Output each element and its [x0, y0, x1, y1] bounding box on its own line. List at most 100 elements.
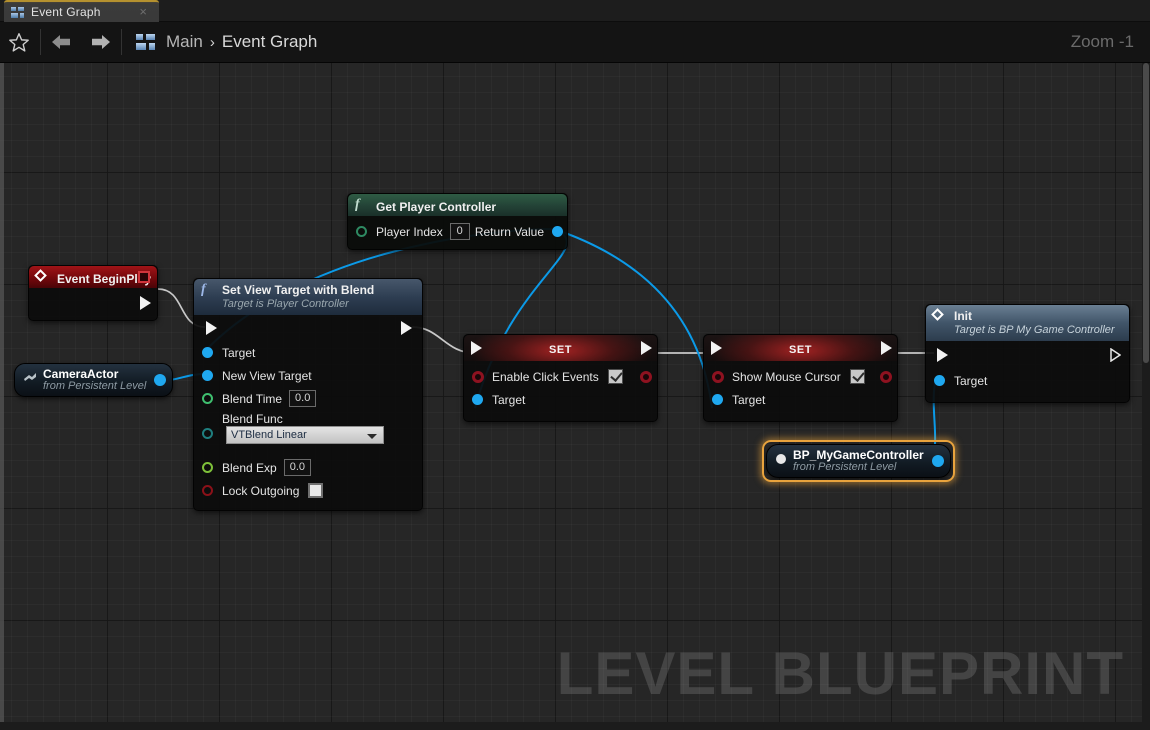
pin-label: Target [732, 392, 766, 407]
bool-in-pin[interactable] [472, 370, 484, 383]
exec-out-pin[interactable] [140, 296, 151, 310]
exec-in-pin[interactable] [206, 321, 217, 335]
node-subtitle: from Persistent Level [43, 379, 147, 392]
node-header: Event BeginPlay [29, 266, 157, 288]
favorite-button[interactable] [0, 22, 38, 62]
node-set-show-mouse-cursor[interactable]: SET Show Mouse Cursor Target [703, 334, 898, 422]
object-in-pin[interactable] [934, 375, 945, 386]
pin-row-enable-click-events: Enable Click Events [464, 365, 657, 388]
pin-label: Player Index [376, 224, 443, 239]
horizontal-scrollbar[interactable] [0, 722, 1142, 730]
tab-bar: Event Graph × [0, 0, 1150, 22]
object-in-pin[interactable] [472, 394, 483, 405]
pin-label: Blend Time [222, 391, 283, 406]
node-labels: BP_MyGameController from Persistent Leve… [793, 449, 924, 473]
float-in-pin[interactable] [202, 462, 213, 473]
exec-in-pin[interactable] [471, 341, 482, 355]
pin-label: Lock Outgoing [222, 483, 300, 498]
node-title: Get Player Controller [376, 200, 497, 214]
node-body: CameraActor from Persistent Level [14, 363, 174, 397]
pin-row-target: Target [194, 341, 422, 364]
node-header: f Set View Target with Blend Target is P… [194, 279, 422, 315]
player-index-input[interactable]: 0 [449, 223, 470, 240]
int-in-pin[interactable] [356, 226, 367, 237]
object-out-pin[interactable] [154, 374, 167, 386]
enable-click-events-checkbox[interactable] [607, 369, 623, 384]
exec-in-pin[interactable] [711, 341, 722, 355]
node-body: BP_MyGameController from Persistent Leve… [766, 444, 951, 478]
back-button[interactable] [43, 22, 81, 62]
exec-out-pin[interactable] [641, 341, 652, 355]
pin-row-blend-exp: Blend Exp 0.0 [194, 456, 422, 479]
pin-row-show-mouse-cursor: Show Mouse Cursor [704, 365, 897, 388]
object-out-pin[interactable] [931, 455, 944, 467]
pin-label: Blend Exp [222, 460, 277, 475]
breadcrumb-current[interactable]: Event Graph [222, 32, 317, 52]
node-event-begin-play[interactable]: Event BeginPlay [28, 265, 158, 321]
chevron-right-icon: › [209, 33, 215, 51]
node-init[interactable]: Init Target is BP My Game Controller Tar… [925, 304, 1130, 403]
node-subtitle: Target is Player Controller [222, 298, 349, 310]
object-in-pin[interactable] [202, 347, 213, 358]
node-header: f Get Player Controller [348, 194, 567, 216]
lock-outgoing-checkbox[interactable] [308, 483, 324, 498]
blend-exp-input[interactable]: 0.0 [283, 459, 311, 476]
node-content: Player Index 0 Return Value [348, 216, 567, 249]
pin-row-target: Target [464, 388, 657, 411]
pin-label: Target [492, 392, 526, 407]
blend-func-dropdown[interactable]: VTBlend Linear [226, 426, 384, 444]
node-header: SET [704, 335, 897, 361]
scrollbar-thumb[interactable] [1143, 63, 1149, 363]
exec-row [194, 315, 422, 341]
breadcrumb-root[interactable]: Main [166, 32, 203, 52]
blend-time-input[interactable]: 0.0 [289, 390, 317, 407]
bool-out-pin[interactable] [640, 370, 652, 383]
object-in-pin[interactable] [202, 370, 213, 381]
exec-out-pin[interactable] [881, 341, 892, 355]
blend-func-value: VTBlend Linear [231, 429, 307, 441]
object-icon [775, 452, 787, 470]
exec-out-pin[interactable] [401, 321, 412, 335]
node-set-view-target-with-blend[interactable]: f Set View Target with Blend Target is P… [193, 278, 423, 511]
vertical-scrollbar[interactable] [1142, 63, 1150, 730]
bool-in-pin[interactable] [202, 485, 213, 496]
forward-button[interactable] [81, 22, 119, 62]
delegate-pin[interactable] [138, 271, 150, 283]
show-mouse-cursor-checkbox[interactable] [849, 369, 865, 384]
toolbar-divider-2 [121, 29, 122, 55]
pin-row-blend-time: Blend Time 0.0 [194, 387, 422, 410]
pin-row-blend-func: Blend Func VTBlend Linear [194, 410, 422, 454]
tab-label: Event Graph [31, 5, 101, 19]
float-in-pin[interactable] [202, 393, 213, 404]
pin-row-player-index: Player Index 0 Return Value [348, 220, 567, 243]
pin-label: Show Mouse Cursor [732, 369, 841, 384]
event-diamond-icon [931, 308, 944, 321]
bool-in-pin[interactable] [712, 370, 724, 383]
graph-toolbar: Main › Event Graph Zoom -1 [0, 22, 1150, 63]
bool-out-pin[interactable] [880, 370, 892, 383]
close-icon[interactable]: × [139, 5, 147, 19]
exec-in-pin[interactable] [937, 348, 948, 362]
tab-event-graph[interactable]: Event Graph × [4, 0, 159, 22]
node-content: Enable Click Events Target [464, 361, 657, 421]
node-bp-my-game-controller[interactable]: BP_MyGameController from Persistent Leve… [762, 440, 955, 482]
graph-icon [11, 6, 25, 18]
object-out-pin[interactable] [552, 226, 563, 237]
enum-in-pin[interactable] [202, 428, 213, 439]
pin-label: Blend Func [222, 412, 283, 426]
object-in-pin[interactable] [712, 394, 723, 405]
graph-canvas[interactable]: LEVEL BLUEPRINT Event BeginPlay CameraAc… [0, 63, 1142, 730]
node-body: f Set View Target with Blend Target is P… [193, 278, 423, 511]
exec-out-pin[interactable] [1110, 347, 1122, 363]
node-content: Target New View Target Blend Time 0.0 Bl… [194, 315, 422, 510]
pin-row-lock-outgoing: Lock Outgoing [194, 479, 422, 502]
node-camera-actor[interactable]: CameraActor from Persistent Level [14, 363, 174, 397]
node-body: Event BeginPlay [28, 265, 158, 321]
node-set-enable-click-events[interactable]: SET Enable Click Events Target [463, 334, 658, 422]
node-get-player-controller[interactable]: f Get Player Controller Player Index 0 R… [347, 193, 568, 250]
toolbar-divider-1 [40, 29, 41, 55]
node-title: Init [954, 309, 972, 323]
event-diamond-icon [34, 269, 47, 282]
node-title: Set View Target with Blend [222, 283, 375, 297]
breadcrumb: Main › Event Graph [166, 32, 317, 52]
